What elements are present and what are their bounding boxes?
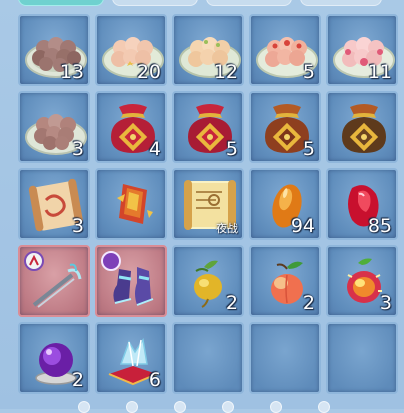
item-count: 3 xyxy=(379,292,392,314)
item-count: 4 xyxy=(148,138,161,160)
talisman-icon xyxy=(117,184,153,224)
empty-slot[interactable] xyxy=(172,322,244,394)
item-count: 20 xyxy=(136,61,161,83)
item-count: 3 xyxy=(71,215,84,237)
page-dot[interactable] xyxy=(126,401,138,413)
inventory-slot[interactable]: 94 xyxy=(249,168,321,240)
item-count: 85 xyxy=(367,215,392,237)
inventory-slot[interactable] xyxy=(95,168,167,240)
item-tag: 夜战 xyxy=(216,222,238,235)
inventory-slot[interactable]: 4 xyxy=(95,91,167,163)
inventory-slot[interactable]: 5 xyxy=(172,91,244,163)
item-count: 12 xyxy=(213,61,238,83)
page-dot[interactable] xyxy=(270,401,282,413)
item-count: 6 xyxy=(148,369,161,391)
page-dot[interactable] xyxy=(318,401,330,413)
inventory-slot[interactable]: 85 xyxy=(326,168,398,240)
page-dot[interactable] xyxy=(222,401,234,413)
tab-1[interactable] xyxy=(18,0,104,6)
item-count: 5 xyxy=(302,61,315,83)
page-dot[interactable] xyxy=(174,401,186,413)
inventory-slot[interactable] xyxy=(18,245,90,317)
page-indicator xyxy=(0,401,404,413)
item-count: 5 xyxy=(302,138,315,160)
inventory-slot[interactable] xyxy=(326,91,398,163)
inventory-slot[interactable]: 11 xyxy=(326,14,398,86)
tab-3[interactable] xyxy=(206,0,292,6)
item-count: 94 xyxy=(290,215,315,237)
inventory-slot[interactable]: 5 xyxy=(249,91,321,163)
item-count: 11 xyxy=(367,61,392,83)
inventory-grid: 13 20 12 5 11 3 4 5 5 3 夜战 94 85 2 2 3 2… xyxy=(18,14,398,394)
item-count: 2 xyxy=(302,292,315,314)
lucky-bag-icon xyxy=(342,104,386,153)
item-count: 2 xyxy=(71,369,84,391)
inventory-slot[interactable]: 3 xyxy=(18,168,90,240)
item-count: 5 xyxy=(225,138,238,160)
inventory-slot[interactable]: 6 xyxy=(95,322,167,394)
inventory-slot[interactable]: 3 xyxy=(18,91,90,163)
empty-slot[interactable] xyxy=(326,322,398,394)
page-dot[interactable] xyxy=(78,401,90,413)
inventory-slot[interactable]: 12 xyxy=(172,14,244,86)
item-count: 13 xyxy=(59,61,84,83)
inventory-slot[interactable]: 夜战 xyxy=(172,168,244,240)
inventory-slot[interactable]: 2 xyxy=(249,245,321,317)
weapon-scroll-icon xyxy=(24,251,82,308)
inventory-slot[interactable]: 5 xyxy=(249,14,321,86)
inventory-slot[interactable] xyxy=(95,245,167,317)
inventory-slot[interactable]: 20 xyxy=(95,14,167,86)
inventory-slot[interactable]: 3 xyxy=(326,245,398,317)
inventory-slot[interactable]: 2 xyxy=(172,245,244,317)
tab-2[interactable] xyxy=(112,0,198,6)
tab-4[interactable] xyxy=(300,0,382,6)
empty-slot[interactable] xyxy=(249,322,321,394)
item-count: 2 xyxy=(225,292,238,314)
armor-boots-icon xyxy=(101,251,154,306)
item-count: 3 xyxy=(71,138,84,160)
inventory-slot[interactable]: 13 xyxy=(18,14,90,86)
inventory-slot[interactable]: 2 xyxy=(18,322,90,394)
